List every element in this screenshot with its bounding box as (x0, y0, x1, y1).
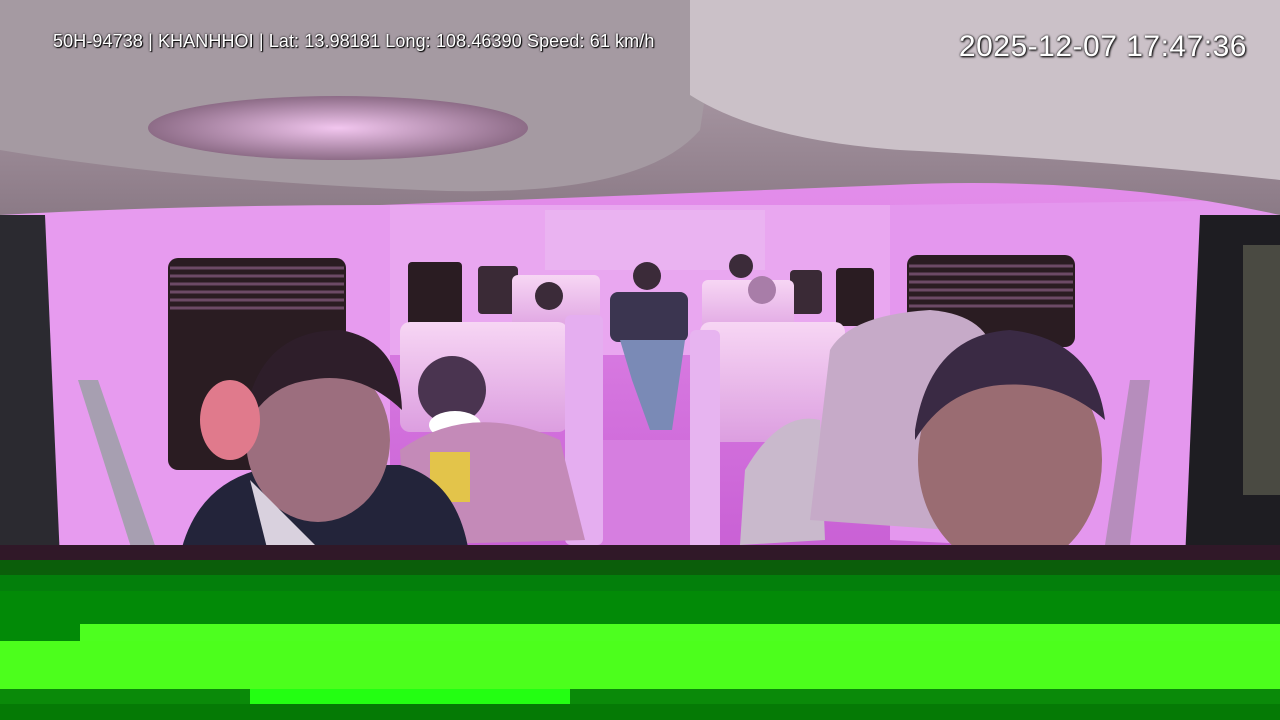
timestamp-overlay: 2025-12-07 17:47:36 (958, 30, 1247, 63)
bus-interior-scene (0, 0, 1280, 560)
ceiling-lamp (148, 96, 528, 160)
video-glitch-bands (0, 560, 1280, 720)
dashcam-frame: 50H-94738 | KHANHHOI | Lat: 13.98181 Lon… (0, 0, 1280, 720)
passenger-rear-center (633, 262, 661, 290)
aisle (590, 440, 700, 560)
passenger-rear-left (535, 282, 563, 310)
passenger-rear-right (748, 276, 776, 304)
gps-info-overlay: 50H-94738 | KHANHHOI | Lat: 13.98181 Lon… (53, 31, 655, 51)
camera-view (0, 0, 1280, 560)
